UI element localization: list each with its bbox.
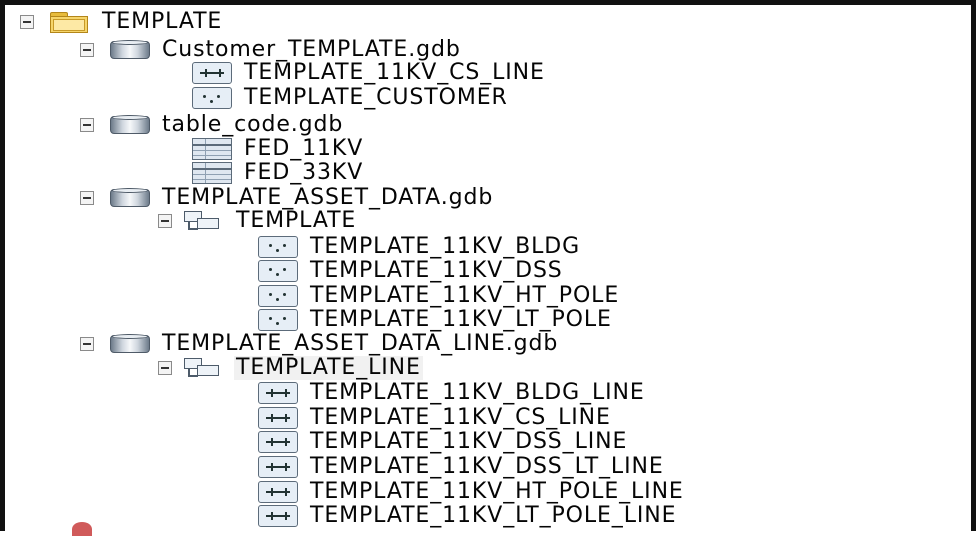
tree-node-customer-gdb[interactable]: Customer_TEMPLATE.gdb: [80, 38, 463, 62]
node-label: TEMPLATE_11KV_DSS: [310, 258, 563, 283]
node-label: TEMPLATE_11KV_HT_POLE_LINE: [310, 479, 684, 504]
geodatabase-icon: [110, 187, 150, 209]
collapse-toggle[interactable]: [20, 15, 34, 29]
node-label: TEMPLATE_11KV_DSS_LT_LINE: [310, 454, 664, 479]
node-label: TEMPLATE_11KV_LT_POLE_LINE: [310, 503, 677, 528]
point-feature-class-icon: [258, 236, 298, 258]
node-label: TEMPLATE_ASSET_DATA_LINE.gdb: [162, 331, 559, 356]
node-label: TEMPLATE_11KV_CS_LINE: [310, 405, 611, 430]
node-label: TEMPLATE: [236, 208, 357, 233]
point-feature-class-icon: [258, 309, 298, 331]
node-label: TEMPLATE_11KV_CS_LINE: [244, 60, 545, 85]
table-icon: [192, 138, 232, 160]
collapse-toggle[interactable]: [158, 214, 172, 228]
tree-node-asset-data-gdb[interactable]: TEMPLATE_ASSET_DATA.gdb: [80, 186, 495, 210]
line-feature-class-icon: [192, 62, 232, 84]
tree-node-feature-class[interactable]: TEMPLATE_11KV_HT_POLE_LINE: [258, 480, 686, 504]
node-label: TEMPLATE_11KV_DSS_LINE: [310, 429, 628, 454]
node-label: TEMPLATE_11KV_LT_POLE: [310, 307, 612, 332]
point-feature-class-icon: [258, 260, 298, 282]
tree-node-feature-class[interactable]: TEMPLATE_11KV_BLDG: [258, 235, 582, 259]
point-feature-class-icon: [258, 285, 298, 307]
catalog-tree: TEMPLATE Customer_TEMPLATE.gdb TEMPLATE_…: [0, 0, 976, 536]
tree-node-feature-class[interactable]: TEMPLATE_11KV_LT_POLE_LINE: [258, 504, 678, 528]
feature-dataset-icon: [184, 356, 224, 380]
node-label: TEMPLATE_11KV_HT_POLE: [310, 283, 620, 308]
tree-node-feature-class[interactable]: TEMPLATE_11KV_BLDG_LINE: [258, 381, 647, 405]
tree-node-table[interactable]: FED_33KV: [192, 161, 365, 185]
geodatabase-icon: [110, 114, 150, 136]
tree-node-feature-class[interactable]: TEMPLATE_11KV_DSS: [258, 259, 565, 283]
node-label: table_code.gdb: [162, 112, 344, 137]
tree-node-feature-class[interactable]: TEMPLATE_11KV_LT_POLE: [258, 308, 614, 332]
node-label: FED_33KV: [244, 160, 364, 185]
tree-node-asset-data-line-gdb[interactable]: TEMPLATE_ASSET_DATA_LINE.gdb: [80, 332, 560, 356]
collapse-toggle[interactable]: [158, 361, 172, 375]
line-feature-class-icon: [258, 382, 298, 404]
line-feature-class-icon: [258, 456, 298, 478]
tree-node-feature-class[interactable]: TEMPLATE_11KV_DSS_LT_LINE: [258, 455, 666, 479]
tree-node-feature-dataset-selected[interactable]: TEMPLATE_LINE: [158, 356, 423, 380]
clipped-layer-icon: [72, 522, 92, 536]
folder-icon: [50, 10, 90, 34]
collapse-toggle[interactable]: [80, 191, 94, 205]
tree-node-feature-class[interactable]: TEMPLATE_CUSTOMER: [192, 86, 510, 110]
node-label: TEMPLATE_11KV_BLDG: [310, 234, 581, 259]
node-label: TEMPLATE_LINE: [234, 355, 423, 380]
tree-node-feature-class[interactable]: TEMPLATE_11KV_HT_POLE: [258, 284, 621, 308]
node-label: TEMPLATE_11KV_BLDG_LINE: [310, 380, 645, 405]
geodatabase-icon: [110, 39, 150, 61]
node-label: Customer_TEMPLATE.gdb: [162, 37, 461, 62]
tree-node-feature-class[interactable]: TEMPLATE_11KV_CS_LINE: [258, 406, 613, 430]
collapse-toggle[interactable]: [80, 337, 94, 351]
tree-node-table-code-gdb[interactable]: table_code.gdb: [80, 113, 345, 137]
tree-node-feature-class[interactable]: TEMPLATE_11KV_CS_LINE: [192, 61, 547, 85]
line-feature-class-icon: [258, 431, 298, 453]
geodatabase-icon: [110, 333, 150, 355]
line-feature-class-icon: [258, 407, 298, 429]
tree-node-feature-class[interactable]: TEMPLATE_11KV_DSS_LINE: [258, 430, 629, 454]
tree-node-root-folder[interactable]: TEMPLATE: [20, 10, 224, 34]
line-feature-class-icon: [258, 505, 298, 527]
collapse-toggle[interactable]: [80, 118, 94, 132]
node-label: FED_11KV: [244, 136, 364, 161]
tree-node-feature-dataset[interactable]: TEMPLATE: [158, 209, 358, 233]
table-icon: [192, 162, 232, 184]
feature-dataset-icon: [184, 209, 224, 233]
tree-node-table[interactable]: FED_11KV: [192, 137, 365, 161]
node-label: TEMPLATE: [102, 9, 223, 34]
line-feature-class-icon: [258, 481, 298, 503]
node-label: TEMPLATE_CUSTOMER: [244, 85, 508, 110]
node-label: TEMPLATE_ASSET_DATA.gdb: [162, 185, 494, 210]
collapse-toggle[interactable]: [80, 43, 94, 57]
point-feature-class-icon: [192, 87, 232, 109]
